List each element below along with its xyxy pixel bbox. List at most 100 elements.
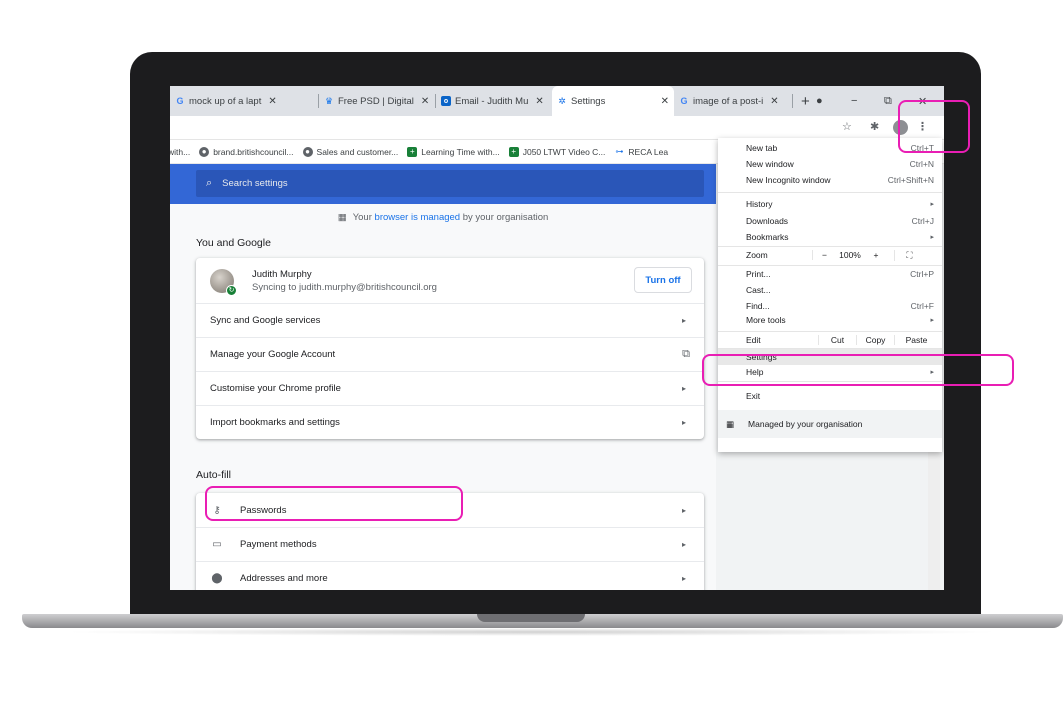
bookmark-item[interactable]: with... [170,147,190,157]
submenu-arrow-icon: ▸ [930,317,934,324]
outlook-icon: o [441,96,451,106]
sync-services-row[interactable]: Sync and Google services ▸ [196,303,704,337]
you-and-google-card: ↻ Judith Murphy Syncing to judith.murphy… [196,258,704,439]
manage-account-row[interactable]: Manage your Google Account ⧉ [196,337,704,371]
menu-item-find[interactable]: Find... Ctrl+F [746,300,934,312]
cut-button[interactable]: Cut [818,335,856,345]
search-placeholder: Search settings [222,178,288,189]
annotation-settings-highlight [702,354,1014,386]
tab-label: Email - Judith Mu [455,95,529,107]
menu-divider [718,192,942,193]
zoom-controls: − 100% + ⛶ [812,248,942,262]
section-title-autofill: Auto-fill [196,469,232,481]
menu-item-downloads[interactable]: Downloads Ctrl+J [746,215,934,227]
turn-off-button[interactable]: Turn off [634,267,692,293]
close-icon[interactable]: ✕ [770,96,778,107]
paste-button[interactable]: Paste [894,335,938,345]
menu-divider [718,246,942,247]
chevron-right-icon: ▸ [681,384,686,393]
menu-item-print[interactable]: Print... Ctrl+P [746,268,934,280]
fullscreen-icon[interactable]: ⛶ [894,249,924,261]
tab-free-psd[interactable]: ♛ Free PSD | Digital ✕ [319,86,435,116]
bookmark-item[interactable]: ● brand.britishcouncil... [199,146,294,157]
row-label: Sync and Google services [210,315,321,326]
location-pin-icon: ⬤ [211,573,223,584]
tab-label: mock up of a lapt [189,95,262,107]
managed-link[interactable]: browser is managed [375,212,461,223]
row-label: Customise your Chrome profile [210,383,341,394]
close-icon[interactable]: ✕ [661,96,669,107]
chevron-right-icon: ▸ [681,505,686,515]
sheets-icon: + [508,146,519,157]
bookmark-item[interactable]: ⊶ RECA Lea [614,147,668,157]
profile-row: ↻ Judith Murphy Syncing to judith.murphy… [196,258,704,303]
row-label: Addresses and more [240,573,328,584]
customise-profile-row[interactable]: Customise your Chrome profile ▸ [196,371,704,405]
tab-label: Free PSD | Digital [338,95,414,107]
bookmark-label: Learning Time with... [421,146,500,157]
search-icon: ⌕ [206,177,213,189]
menu-item-new-window[interactable]: New window Ctrl+N [746,158,934,170]
close-icon[interactable]: ✕ [535,96,543,107]
menu-item-more-tools[interactable]: More tools ▸ [746,314,934,326]
menu-label: Cast... [746,285,771,295]
tab-label: Settings [571,95,606,107]
minimize-button[interactable]: − [851,86,857,116]
menu-label: Downloads [746,216,789,226]
menu-label: Exit [746,391,761,401]
row-label: Manage your Google Account [210,349,336,360]
tab-mock-up[interactable]: G mock up of a lapt ✕ [170,86,318,116]
close-icon[interactable]: ✕ [421,96,429,107]
extensions-icon[interactable]: ✱ [870,120,879,133]
menu-item-exit[interactable]: Exit [746,390,934,402]
menu-divider [718,265,942,266]
star-icon[interactable]: ☆ [842,120,852,133]
toolbar: ☆ ✱ ⋮ [170,116,944,140]
zoom-in-button[interactable]: + [864,250,888,260]
restore-button[interactable]: ⧉ [884,86,892,116]
menu-label: Print... [746,269,771,279]
import-bookmarks-row[interactable]: Import bookmarks and settings ▸ [196,405,704,439]
zoom-out-button[interactable]: − [812,250,836,260]
bookmark-item[interactable]: + J050 LTWT Video C... [508,146,605,157]
tab-settings[interactable]: ✲ Settings ✕ [552,86,674,116]
avatar: ↻ [210,268,237,296]
menu-item-history[interactable]: History ▸ [746,198,934,210]
menu-item-cast[interactable]: Cast... [746,284,934,296]
menu-item-managed[interactable]: ▦ Managed by your organisation [718,410,942,438]
tab-email[interactable]: o Email - Judith Mu ✕ [436,86,552,116]
tab-search-icon[interactable]: ● [816,86,823,116]
addresses-row[interactable]: ⬤ Addresses and more ▸ [196,561,704,590]
globe-icon: ● [302,146,313,157]
tab-strip: G mock up of a lapt ✕ ♛ Free PSD | Digit… [170,86,944,116]
chevron-right-icon: ▸ [681,540,686,549]
close-icon[interactable]: ✕ [268,96,276,107]
menu-item-new-incognito[interactable]: New Incognito window Ctrl+Shift+N [746,174,934,186]
menu-shortcut: Ctrl+N [909,159,934,169]
menu-item-bookmarks[interactable]: Bookmarks ▸ [746,231,934,243]
menu-label: New tab [746,143,778,153]
building-icon: ▦ [337,212,347,223]
google-icon: G [176,96,184,106]
bookmark-item[interactable]: + Learning Time with... [407,146,500,157]
menu-item-edit: Edit Cut Copy Paste [746,334,942,346]
sync-icon: ↻ [226,284,237,296]
menu-divider [718,331,942,332]
managed-prefix: Your [352,212,375,223]
menu-label: New Incognito window [746,175,831,185]
row-label: Import bookmarks and settings [210,417,340,428]
profile-text: Judith Murphy Syncing to judith.murphy@b… [246,269,437,293]
section-title-you-and-google: You and Google [196,237,271,249]
payment-methods-row[interactable]: ▭ Payment methods ▸ [196,527,704,561]
bookmark-item[interactable]: ● Sales and customer... [302,146,398,157]
copy-button[interactable]: Copy [856,335,894,345]
profile-name: Judith Murphy [252,268,312,280]
freepik-icon: ♛ [324,95,334,106]
search-input[interactable]: ⌕ Search settings [196,170,704,197]
new-tab-button[interactable]: + [793,93,818,110]
tab-image-post[interactable]: G image of a post-i ✕ [674,86,792,116]
managed-notice: ▦ Your browser is managed by your organis… [170,212,716,223]
settings-header: ⌕ Search settings [170,164,716,204]
annotation-menu-button-highlight [898,100,970,153]
laptop-notch [477,614,585,622]
